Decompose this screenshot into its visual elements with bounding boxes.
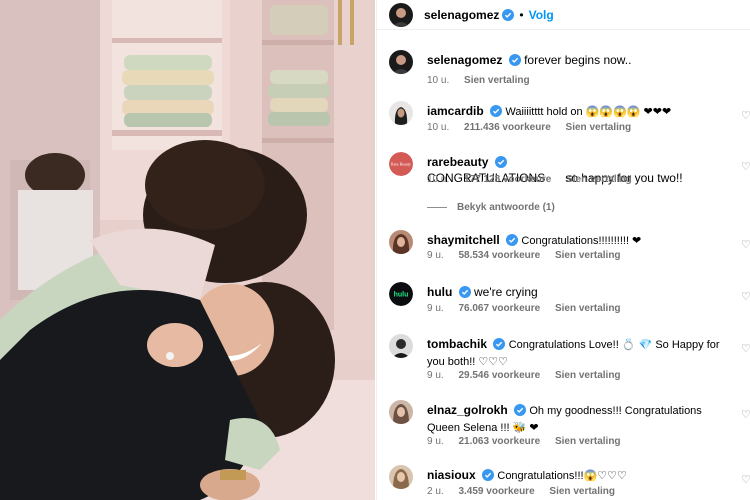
- translate-button[interactable]: Sien vertaling: [555, 370, 621, 381]
- commenter-avatar[interactable]: [389, 230, 413, 254]
- comment-content: Waiiiitttt hold on 😱😱😱😱 ❤❤❤: [505, 106, 672, 118]
- post-photo: [0, 0, 375, 500]
- comment-time: 10 u.: [427, 174, 450, 185]
- comment-time: 9 u.: [427, 250, 444, 261]
- caption-avatar[interactable]: [389, 50, 413, 74]
- comment-likes[interactable]: 76.067 voorkeure: [458, 303, 540, 314]
- commenter-avatar[interactable]: [389, 400, 413, 424]
- comment-content: we're crying: [474, 285, 538, 299]
- comment-content: Congratulations!!!!!!!!!! ❤: [521, 235, 642, 247]
- comment-text: iamcardib Waiiiitttt hold on 😱😱😱😱 ❤❤❤: [427, 103, 735, 120]
- verified-badge-icon: [458, 286, 471, 298]
- comment-text: shaymitchell Congratulations!!!!!!!!!! ❤: [427, 232, 735, 249]
- comment-meta: 10 u. 177.128 voorkeure Sien vertaling: [427, 174, 644, 185]
- translate-button[interactable]: Sien vertaling: [566, 122, 632, 133]
- comment-likes[interactable]: 29.546 voorkeure: [458, 370, 540, 381]
- post-image: [0, 0, 375, 500]
- commenter-username[interactable]: tombachik: [427, 337, 487, 351]
- commenter-username[interactable]: shaymitchell: [427, 233, 500, 247]
- hulu-logo: hulu: [394, 292, 409, 299]
- comment-meta: 9 u. 29.546 voorkeure Sien vertaling: [427, 370, 633, 381]
- author-username[interactable]: selenagomez: [424, 8, 499, 22]
- verified-badge-icon: [482, 469, 495, 481]
- heart-outline-icon[interactable]: ♡: [741, 111, 750, 122]
- comment-meta: 9 u. 21.063 voorkeure Sien vertaling: [427, 436, 633, 447]
- caption-time: 10 u.: [427, 75, 450, 86]
- verified-badge-icon: [506, 234, 519, 246]
- heart-outline-icon[interactable]: ♡: [741, 344, 750, 355]
- heart-outline-icon[interactable]: ♡: [741, 410, 750, 421]
- comment-text: tombachik Congratulations Love!! 💍 💎 So …: [427, 336, 735, 370]
- author-avatar[interactable]: [389, 2, 413, 27]
- commenter-username[interactable]: niasioux: [427, 468, 476, 482]
- comment-likes[interactable]: 21.063 voorkeure: [458, 436, 540, 447]
- caption-text: selenagomez forever begins now..: [427, 52, 735, 68]
- view-replies-button[interactable]: Bekyk antwoorde (1): [427, 202, 555, 213]
- verified-badge-icon: [502, 8, 515, 21]
- verified-badge-icon: [508, 54, 521, 66]
- translate-button[interactable]: Sien vertaling: [555, 250, 621, 261]
- post-header: selenagomez • Volg: [377, 0, 750, 30]
- verified-badge-icon: [490, 105, 503, 117]
- heart-outline-icon[interactable]: ♡: [741, 240, 750, 251]
- translate-button[interactable]: Sien vertaling: [555, 436, 621, 447]
- caption-translate-button[interactable]: Sien vertaling: [464, 75, 530, 86]
- comment-time: 9 u.: [427, 436, 444, 447]
- comment-meta: 9 u. 58.534 voorkeure Sien vertaling: [427, 250, 633, 261]
- comment-time: 9 u.: [427, 303, 444, 314]
- commenter-avatar[interactable]: [389, 334, 413, 358]
- verified-badge-icon: [493, 338, 506, 350]
- comment-likes[interactable]: 211.436 voorkeure: [464, 122, 551, 133]
- caption-content: forever begins now..: [524, 53, 632, 67]
- comment-likes[interactable]: 3.459 voorkeure: [458, 486, 534, 497]
- commenter-avatar[interactable]: hulu: [389, 282, 413, 306]
- commenter-username[interactable]: elnaz_golrokh: [427, 403, 508, 417]
- follow-button[interactable]: Volg: [529, 8, 554, 22]
- caption-meta: 10 u. Sien vertaling: [427, 75, 542, 86]
- translate-button[interactable]: Sien vertaling: [549, 486, 615, 497]
- comment-text: niasioux Congratulations!!!😱♡♡♡: [427, 467, 735, 484]
- comment-meta: 10 u. 211.436 voorkeure Sien vertaling: [427, 122, 643, 133]
- comment-meta: 2 u. 3.459 voorkeure Sien vertaling: [427, 486, 627, 497]
- comment-time: 10 u.: [427, 122, 450, 133]
- heart-outline-icon[interactable]: ♡: [741, 475, 750, 486]
- commenter-username[interactable]: hulu: [427, 285, 452, 299]
- header-separator: •: [519, 7, 524, 22]
- commenter-avatar[interactable]: [389, 101, 413, 125]
- comment-meta: 9 u. 76.067 voorkeure Sien vertaling: [427, 303, 633, 314]
- comment-likes[interactable]: 58.534 voorkeure: [458, 250, 540, 261]
- comments-panel: selenagomez • Volg selenagomez forever b…: [376, 0, 750, 500]
- comment-time: 2 u.: [427, 486, 444, 497]
- heart-outline-icon[interactable]: ♡: [741, 292, 750, 303]
- commenter-username[interactable]: rarebeauty: [427, 155, 488, 169]
- comment-content: Congratulations!!!😱♡♡♡: [497, 470, 627, 482]
- caption-username[interactable]: selenagomez: [427, 53, 502, 67]
- replies-divider: [427, 207, 447, 208]
- commenter-avatar[interactable]: [389, 465, 413, 489]
- translate-button[interactable]: Sien vertaling: [555, 303, 621, 314]
- comment-text: hulu we're crying: [427, 284, 735, 300]
- view-replies-label: Bekyk antwoorde (1): [457, 202, 555, 213]
- comment-time: 9 u.: [427, 370, 444, 381]
- comment-text: elnaz_golrokh Oh my goodness!!! Congratu…: [427, 402, 735, 436]
- rarebeauty-logo: Rare Beauty: [391, 162, 411, 167]
- translate-button[interactable]: Sien vertaling: [566, 174, 632, 185]
- comment-likes[interactable]: 177.128 voorkeure: [464, 174, 551, 185]
- commenter-avatar[interactable]: Rare Beauty: [389, 152, 413, 176]
- commenter-username[interactable]: iamcardib: [427, 104, 484, 118]
- verified-badge-icon: [494, 156, 507, 168]
- verified-badge-icon: [514, 404, 527, 416]
- heart-outline-icon[interactable]: ♡: [741, 162, 750, 173]
